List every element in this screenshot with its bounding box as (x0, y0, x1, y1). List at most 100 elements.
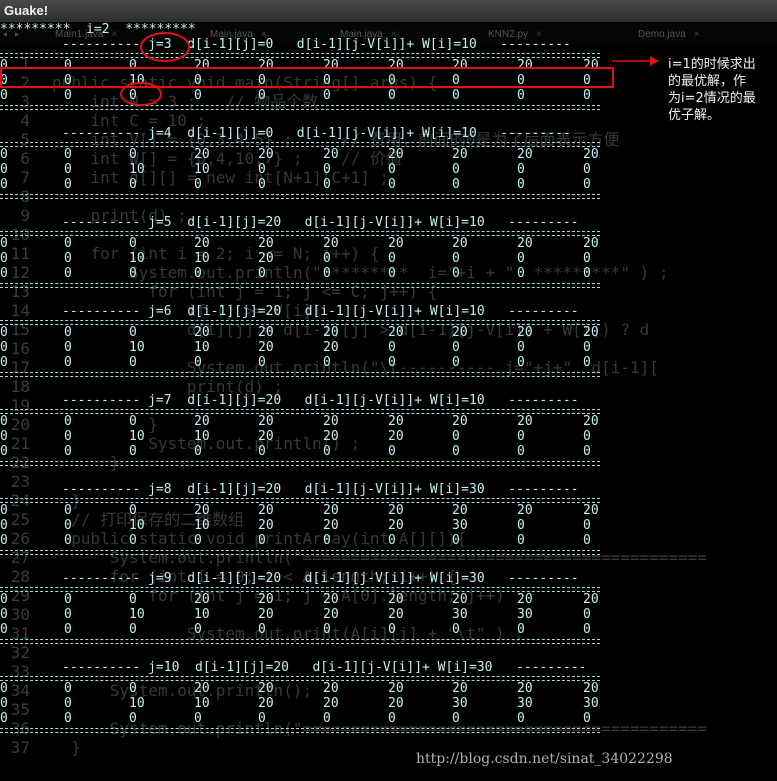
matrix-cell: 0 (129, 503, 137, 518)
j-step-header: ---------- j=7 d[i-1][j]=20 d[i-1][j-V[i… (62, 393, 579, 408)
matrix-cell: 0 (0, 147, 8, 162)
matrix-cell: 0 (0, 236, 8, 251)
matrix-cell: 0 (0, 355, 8, 370)
matrix-cell: 20 (323, 147, 339, 162)
matrix-cell: 0 (452, 162, 460, 177)
matrix-cell: 0 (64, 592, 72, 607)
j-step-header: ---------- j=9 d[i-1][j]=20 d[i-1][j-V[i… (62, 571, 579, 586)
matrix-cell: 0 (0, 340, 8, 355)
separator (0, 372, 600, 377)
matrix-cell: 0 (129, 325, 137, 340)
matrix-cell: 20 (258, 696, 274, 711)
matrix-cell: 0 (583, 177, 591, 192)
matrix-cell: 0 (323, 162, 331, 177)
matrix-cell: 20 (194, 681, 210, 696)
matrix-cell: 20 (517, 325, 533, 340)
matrix-cell: 20 (583, 325, 599, 340)
separator (0, 587, 600, 592)
matrix-cell: 0 (0, 162, 8, 177)
matrix-cell: 0 (452, 429, 460, 444)
matrix-cell: 0 (388, 711, 396, 726)
matrix-cell: 0 (452, 444, 460, 459)
matrix-cell: 20 (388, 681, 404, 696)
matrix-cell: 0 (0, 681, 8, 696)
matrix-cell: 20 (258, 592, 274, 607)
matrix-cell: 0 (583, 622, 591, 637)
matrix-cell: 0 (0, 325, 8, 340)
matrix-cell: 0 (64, 325, 72, 340)
matrix-cell: 20 (258, 325, 274, 340)
matrix-cell: 0 (194, 444, 202, 459)
matrix-cell: 0 (194, 711, 202, 726)
matrix-cell: 0 (129, 147, 137, 162)
matrix-cell: 20 (452, 592, 468, 607)
matrix-cell: 0 (0, 414, 8, 429)
matrix-cell: 0 (0, 88, 8, 103)
matrix-cell: 0 (0, 251, 8, 266)
matrix-cell: 0 (129, 533, 137, 548)
matrix-cell: 0 (64, 503, 72, 518)
matrix-cell: 20 (194, 503, 210, 518)
terminal-output[interactable]: ********* i=2 ********* ---------- j=3 d[… (0, 0, 777, 781)
matrix-cell: 0 (388, 444, 396, 459)
matrix-cell: 20 (517, 414, 533, 429)
matrix-cell: 0 (258, 88, 266, 103)
matrix-cell: 20 (388, 518, 404, 533)
highlight-row-box (0, 67, 614, 88)
matrix-cell: 0 (194, 177, 202, 192)
matrix-cell: 0 (452, 355, 460, 370)
matrix-cell: 10 (129, 340, 145, 355)
matrix-cell: 0 (388, 533, 396, 548)
matrix-cell: 20 (323, 414, 339, 429)
matrix-cell: 20 (194, 236, 210, 251)
j-step-header: ---------- j=5 d[i-1][j]=20 d[i-1][j-V[i… (62, 215, 579, 230)
separator (0, 550, 600, 555)
separator (0, 639, 600, 644)
matrix-cell: 0 (64, 429, 72, 444)
matrix-cell: 0 (452, 622, 460, 637)
matrix-cell: 10 (194, 696, 210, 711)
matrix-cell: 20 (452, 325, 468, 340)
matrix-cell: 20 (583, 503, 599, 518)
j-step-header: ---------- j=8 d[i-1][j]=20 d[i-1][j-V[i… (62, 482, 579, 497)
matrix-cell: 20 (258, 503, 274, 518)
matrix-cell: 30 (517, 696, 533, 711)
matrix-cell: 0 (129, 355, 137, 370)
matrix-cell: 0 (258, 444, 266, 459)
matrix-cell: 0 (517, 444, 525, 459)
matrix-cell: 0 (452, 340, 460, 355)
j-step-header: ---------- j=10 d[i-1][j]=20 d[i-1][j-V[… (62, 660, 587, 675)
matrix-cell: 0 (64, 414, 72, 429)
matrix-cell: 20 (323, 592, 339, 607)
matrix-cell: 20 (194, 325, 210, 340)
matrix-cell: 0 (452, 266, 460, 281)
matrix-cell: 0 (129, 681, 137, 696)
matrix-cell: 20 (388, 696, 404, 711)
matrix-cell: 0 (517, 711, 525, 726)
matrix-cell: 0 (517, 340, 525, 355)
matrix-cell: 0 (583, 607, 591, 622)
matrix-cell: 0 (517, 533, 525, 548)
matrix-cell: 0 (517, 266, 525, 281)
matrix-cell: 20 (258, 607, 274, 622)
matrix-cell: 0 (0, 622, 8, 637)
matrix-cell: 10 (194, 162, 210, 177)
matrix-cell: 0 (0, 503, 8, 518)
matrix-cell: 20 (452, 147, 468, 162)
matrix-cell: 0 (194, 355, 202, 370)
matrix-cell: 20 (258, 414, 274, 429)
j-step-header: ---------- j=4 d[i-1][j]=0 d[i-1][j-V[i]… (62, 126, 571, 141)
separator (0, 409, 600, 414)
matrix-cell: 0 (64, 147, 72, 162)
matrix-cell: 0 (517, 355, 525, 370)
matrix-cell: 0 (583, 162, 591, 177)
matrix-cell: 10 (129, 518, 145, 533)
matrix-cell: 0 (388, 88, 396, 103)
matrix-cell: 20 (388, 147, 404, 162)
matrix-cell: 20 (194, 414, 210, 429)
matrix-cell: 20 (388, 325, 404, 340)
matrix-cell: 0 (583, 444, 591, 459)
matrix-cell: 0 (388, 355, 396, 370)
matrix-cell: 0 (583, 251, 591, 266)
matrix-cell: 10 (129, 696, 145, 711)
